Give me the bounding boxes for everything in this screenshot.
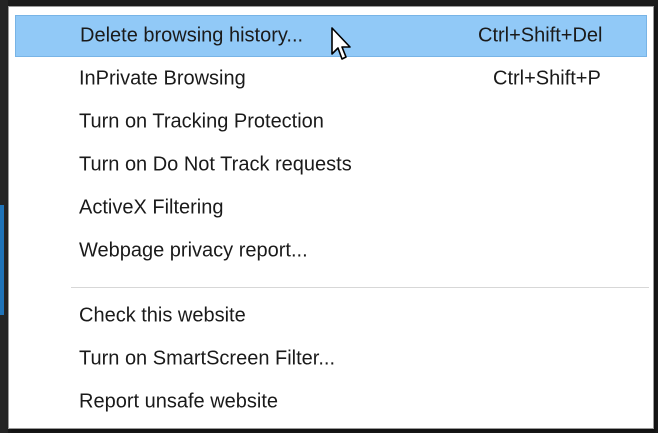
background-window-accent	[0, 205, 4, 315]
menu-item-delete-browsing-history[interactable]: Delete browsing history... Ctrl+Shift+De…	[15, 15, 647, 57]
menu-item-label: Check this website	[79, 304, 246, 327]
menu-item-activex-filtering[interactable]: ActiveX Filtering	[15, 187, 647, 229]
menu-item-label: Delete browsing history...	[80, 24, 304, 47]
safety-context-menu: Delete browsing history... Ctrl+Shift+De…	[8, 6, 654, 429]
menu-item-do-not-track[interactable]: Turn on Do Not Track requests	[15, 144, 647, 186]
menu-item-label: Report unsafe website	[79, 390, 279, 413]
menu-item-webpage-privacy-report[interactable]: Webpage privacy report...	[15, 230, 647, 272]
menu-item-tracking-protection[interactable]: Turn on Tracking Protection	[15, 101, 647, 143]
menu-item-label: Webpage privacy report...	[79, 239, 308, 262]
menu-item-shortcut: Ctrl+Shift+P	[493, 67, 601, 90]
menu-item-label: Turn on Do Not Track requests	[79, 153, 352, 176]
menu-item-label: InPrivate Browsing	[79, 67, 246, 90]
menu-item-label: Turn on Tracking Protection	[79, 110, 324, 133]
menu-item-check-website[interactable]: Check this website	[15, 295, 647, 337]
menu-item-shortcut: Ctrl+Shift+Del	[478, 24, 603, 47]
menu-separator	[71, 287, 649, 288]
menu-item-smartscreen-filter[interactable]: Turn on SmartScreen Filter...	[15, 338, 647, 380]
menu-item-label: Turn on SmartScreen Filter...	[79, 347, 336, 370]
menu-item-inprivate-browsing[interactable]: InPrivate Browsing Ctrl+Shift+P	[15, 58, 647, 100]
menu-item-label: ActiveX Filtering	[79, 196, 224, 219]
menu-item-report-unsafe-website[interactable]: Report unsafe website	[15, 381, 647, 423]
